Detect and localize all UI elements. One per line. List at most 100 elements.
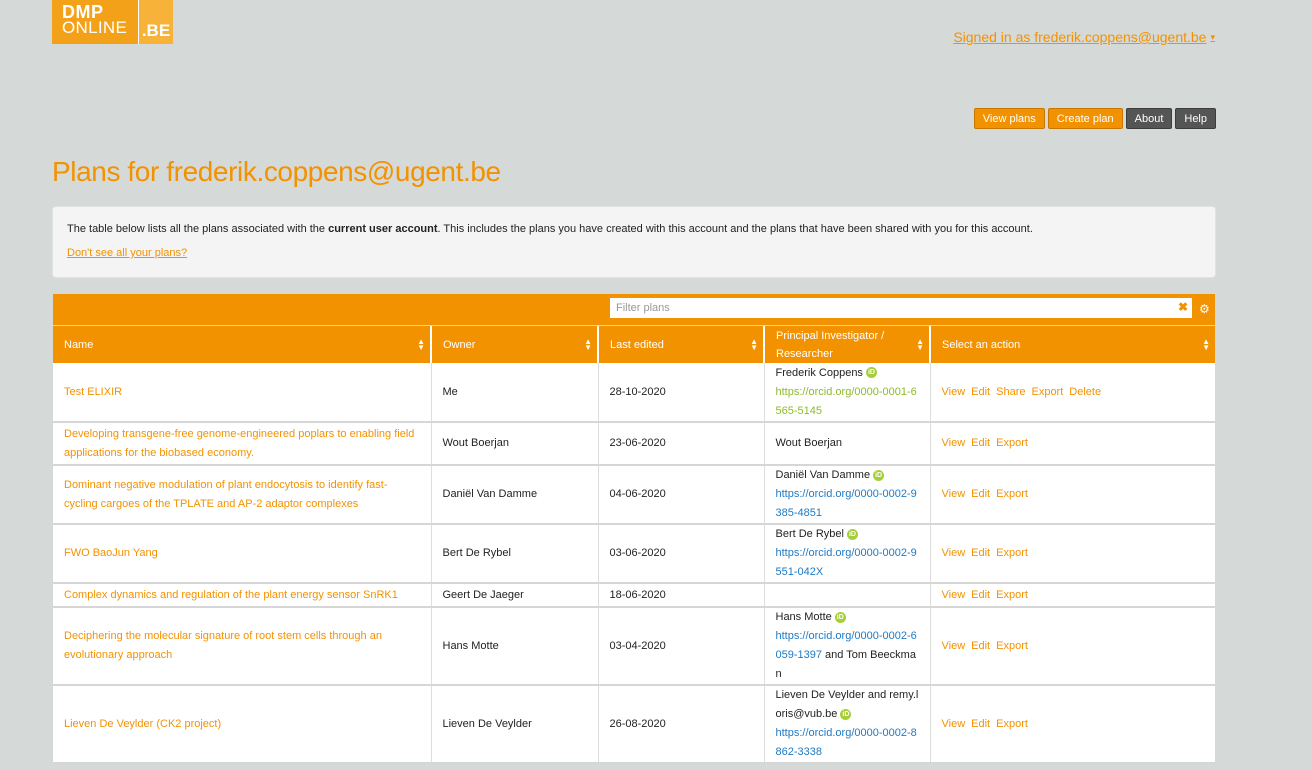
view-plans-button[interactable]: View plans: [973, 108, 1045, 129]
plan-name-link[interactable]: Test ELIXIR: [53, 363, 432, 423]
table-row: FWO BaoJun Yang Bert De Rybel 03-06-2020 Be…: [53, 524, 1215, 584]
action-export-link[interactable]: Export: [996, 488, 1028, 500]
orcid-link[interactable]: https://orcid.org/0000-0001-6565-5145: [776, 386, 917, 417]
orcid-icon: iD: [834, 611, 846, 623]
plan-name-link[interactable]: Developing transgene-free genome-enginee…: [53, 422, 432, 466]
plan-name-link[interactable]: Deciphering the molecular signature of r…: [53, 607, 432, 686]
action-view-link[interactable]: View: [942, 547, 966, 559]
plan-actions: View Edit Export: [930, 465, 1215, 525]
gear-icon[interactable]: ⚙: [1199, 302, 1210, 316]
orcid-link[interactable]: https://orcid.org/0000-0002-9551-042X: [776, 547, 917, 578]
plan-owner: Me: [431, 363, 599, 423]
plan-principal-investigator: Daniël Van Damme iD https://orcid.org/0000…: [764, 465, 931, 525]
filter-plans-input[interactable]: [610, 298, 1192, 318]
action-export-link[interactable]: Export: [996, 437, 1028, 449]
plans-table: Name ▲ ▼ Owner ▲ ▼ Last edited ▲ ▼ Principal I…: [53, 326, 1215, 764]
plan-last-edited: 28-10-2020: [598, 363, 765, 423]
orcid-icon: iD: [846, 528, 858, 540]
create-plan-button[interactable]: Create plan: [1047, 108, 1123, 129]
plan-last-edited: 23-06-2020: [598, 422, 765, 466]
plan-name-link[interactable]: FWO BaoJun Yang: [53, 524, 432, 584]
clear-filter-icon[interactable]: ✖: [1178, 300, 1188, 314]
plan-actions: View Edit Export: [930, 685, 1215, 764]
plan-actions: View Edit Export: [930, 524, 1215, 584]
pi-name: Bert De Rybel: [775, 528, 844, 540]
action-export-link[interactable]: Export: [996, 547, 1028, 559]
plan-principal-investigator: Bert De Rybel iD https://orcid.org/0000-00…: [764, 524, 931, 584]
action-view-link[interactable]: View: [942, 718, 966, 730]
action-export-link[interactable]: Export: [996, 640, 1028, 652]
sort-icon: ▲ ▼: [916, 336, 924, 352]
user-menu[interactable]: Signed in as frederik.coppens@ugent.be ▾: [953, 29, 1215, 45]
action-view-link[interactable]: View: [942, 386, 966, 398]
sort-icon: ▲ ▼: [584, 336, 592, 352]
action-edit-link[interactable]: Edit: [971, 589, 990, 601]
table-row: Test ELIXIR Me 28-10-2020 Frederik Coppens i…: [53, 363, 1215, 423]
plan-actions: View Edit Share Export Delete: [930, 363, 1215, 423]
plan-owner: Daniël Van Damme: [431, 465, 599, 525]
action-view-link[interactable]: View: [942, 488, 966, 500]
action-view-link[interactable]: View: [942, 437, 966, 449]
action-view-link[interactable]: View: [942, 640, 966, 652]
plan-principal-investigator: Wout Boerjan: [764, 422, 931, 466]
plan-actions: View Edit Export: [930, 422, 1215, 466]
table-row: Lieven De Veylder (CK2 project) Lieven De…: [53, 685, 1215, 764]
orcid-icon: iD: [865, 367, 877, 379]
table-row: Deciphering the molecular signature of r…: [53, 607, 1215, 686]
action-view-link[interactable]: View: [942, 589, 966, 601]
action-edit-link[interactable]: Edit: [971, 437, 990, 449]
plan-last-edited: 18-06-2020: [598, 583, 765, 608]
table-header-row: Name ▲ ▼ Owner ▲ ▼ Last edited ▲ ▼ Principal I…: [53, 326, 1215, 363]
logo-text-online: ONLINE: [62, 18, 128, 37]
pi-name: Hans Motte: [775, 611, 832, 623]
column-header-actions[interactable]: Select an action ▲ ▼: [930, 326, 1215, 363]
plan-name-link[interactable]: Lieven De Veylder (CK2 project): [53, 685, 432, 764]
column-header-last-edited[interactable]: Last edited ▲ ▼: [598, 326, 765, 363]
plan-name-link[interactable]: Complex dynamics and regulation of the p…: [53, 583, 432, 608]
plan-last-edited: 03-06-2020: [598, 524, 765, 584]
orcid-icon: iD: [840, 708, 852, 720]
plan-principal-investigator: Hans Motte iD https://orcid.org/0000-0002-…: [764, 607, 931, 686]
info-panel: The table below lists all the plans asso…: [52, 206, 1216, 278]
plan-last-edited: 03-04-2020: [598, 607, 765, 686]
column-header-principal-investigator[interactable]: Principal Investigator / Researcher ▲ ▼: [764, 326, 931, 363]
action-edit-link[interactable]: Edit: [971, 640, 990, 652]
action-share-link[interactable]: Share: [996, 386, 1025, 398]
info-text: The table below lists all the plans asso…: [67, 223, 1033, 235]
pi-name: Daniël Van Damme: [775, 469, 871, 481]
table-row: Developing transgene-free genome-enginee…: [53, 422, 1215, 466]
action-delete-link[interactable]: Delete: [1069, 386, 1101, 398]
main-nav: View plans Create plan About Help: [973, 108, 1216, 129]
plan-owner: Lieven De Veylder: [431, 685, 599, 764]
action-edit-link[interactable]: Edit: [971, 547, 990, 559]
missing-plans-link[interactable]: Don't see all your plans?: [67, 247, 187, 259]
orcid-link[interactable]: https://orcid.org/0000-0002-8862-3338: [776, 727, 917, 758]
help-button[interactable]: Help: [1175, 108, 1216, 129]
action-edit-link[interactable]: Edit: [971, 386, 990, 398]
plan-principal-investigator: [764, 583, 931, 608]
about-button[interactable]: About: [1125, 108, 1173, 129]
pi-name: Wout Boerjan: [775, 437, 842, 449]
action-edit-link[interactable]: Edit: [971, 488, 990, 500]
action-export-link[interactable]: Export: [996, 718, 1028, 730]
signed-in-label: Signed in as frederik.coppens@ugent.be: [953, 29, 1207, 45]
action-export-link[interactable]: Export: [1031, 386, 1063, 398]
column-header-owner[interactable]: Owner ▲ ▼: [431, 326, 599, 363]
logo-text-be: .BE: [138, 0, 173, 44]
table-row: Complex dynamics and regulation of the p…: [53, 583, 1215, 608]
plan-actions: View Edit Export: [930, 583, 1215, 608]
orcid-link[interactable]: https://orcid.org/0000-0002-9385-4851: [776, 488, 917, 519]
plan-name-link[interactable]: Dominant negative modulation of plant en…: [53, 465, 432, 525]
filter-bar: ✖ ⚙: [53, 294, 1215, 325]
sort-icon: ▲ ▼: [417, 336, 425, 352]
sort-icon: ▲ ▼: [1202, 336, 1210, 352]
plan-principal-investigator: Frederik Coppens iD https://orcid.org/0000…: [764, 363, 931, 423]
dmp-online-logo[interactable]: DMP ONLINE .BE: [52, 0, 173, 44]
pi-name: Frederik Coppens: [775, 366, 863, 379]
plan-owner: Hans Motte: [431, 607, 599, 686]
action-export-link[interactable]: Export: [996, 589, 1028, 601]
caret-down-icon: ▾: [1210, 31, 1215, 42]
action-edit-link[interactable]: Edit: [971, 718, 990, 730]
plan-last-edited: 26-08-2020: [598, 685, 765, 764]
column-header-name[interactable]: Name ▲ ▼: [53, 326, 432, 363]
